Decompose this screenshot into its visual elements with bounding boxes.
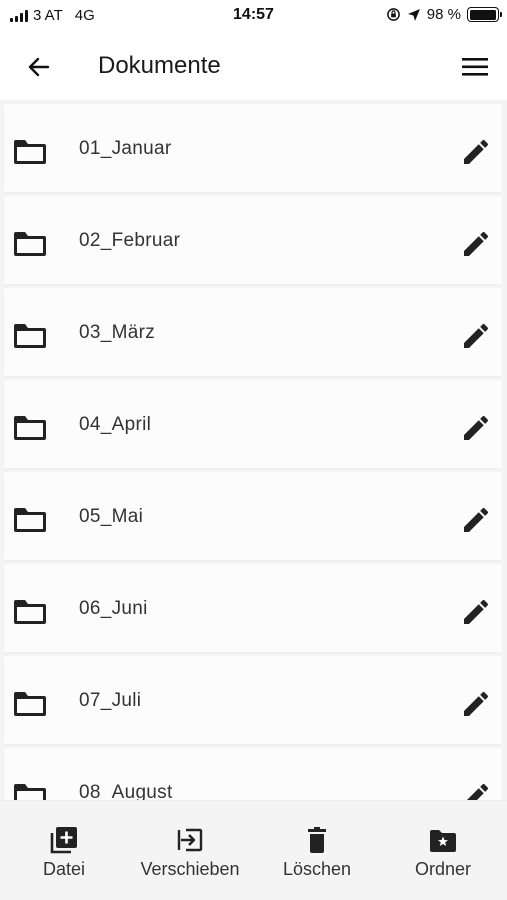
folder-item[interactable]: 07_Juli	[4, 656, 502, 744]
folder-icon	[14, 416, 46, 440]
folder-list[interactable]: 01_Januar 02_Februar 03_März 04_April 05…	[0, 100, 507, 800]
status-right: 98 %	[386, 6, 502, 23]
folder-icon	[14, 140, 46, 164]
app-bar: Dokumente	[0, 30, 507, 100]
edit-pencil-icon[interactable]	[460, 596, 492, 628]
folder-item[interactable]: 03_März	[4, 288, 502, 376]
folder-name: 01_Januar	[79, 138, 172, 159]
arrow-left-icon	[28, 57, 50, 77]
battery-percent: 98 %	[426, 6, 461, 23]
delete-label: Löschen	[282, 859, 352, 879]
folder-item[interactable]: 05_Mai	[4, 472, 502, 560]
folder-name: 06_Juni	[79, 598, 148, 619]
folder-icon	[14, 692, 46, 716]
folder-icon	[14, 324, 46, 348]
bottom-toolbar: Datei Verschieben Löschen Ordner	[0, 800, 507, 900]
folder-item[interactable]: 08_August	[4, 748, 502, 800]
folder-item[interactable]: 01_Januar	[4, 104, 502, 192]
move-to-icon	[177, 828, 203, 852]
battery-fill	[469, 9, 496, 20]
folder-star-icon	[430, 830, 456, 852]
menu-button[interactable]	[458, 52, 492, 82]
delete-button[interactable]: Löschen	[272, 825, 362, 880]
move-button[interactable]: Verschieben	[130, 825, 250, 880]
folder-icon	[14, 784, 46, 800]
edit-pencil-icon[interactable]	[460, 412, 492, 444]
folder-icon	[14, 508, 46, 532]
folder-name: 05_Mai	[79, 506, 144, 527]
edit-pencil-icon[interactable]	[460, 320, 492, 352]
edit-pencil-icon[interactable]	[460, 504, 492, 536]
folder-item[interactable]: 04_April	[4, 380, 502, 468]
status-bar: 3 AT 4G 14:57 98 %	[0, 0, 507, 30]
folder-item[interactable]: 02_Februar	[4, 196, 502, 284]
new-file-button[interactable]: Datei	[24, 825, 104, 880]
folder-item[interactable]: 06_Juni	[4, 564, 502, 652]
edit-pencil-icon[interactable]	[460, 136, 492, 168]
location-arrow-icon	[407, 8, 420, 21]
trash-icon	[308, 827, 326, 853]
new-folder-label: Ordner	[414, 859, 472, 879]
new-file-label: Datei	[42, 859, 86, 879]
folder-icon	[14, 232, 46, 256]
edit-pencil-icon[interactable]	[460, 688, 492, 720]
orientation-lock-icon	[386, 8, 400, 21]
folder-name: 07_Juli	[79, 690, 142, 711]
add-file-icon	[50, 827, 77, 854]
edit-pencil-icon[interactable]	[460, 228, 492, 260]
back-button[interactable]	[22, 52, 56, 82]
folder-name: 08_August	[79, 782, 173, 800]
edit-pencil-icon[interactable]	[460, 780, 492, 800]
battery-icon	[467, 7, 502, 22]
new-folder-button[interactable]: Ordner	[400, 825, 486, 880]
folder-icon	[14, 600, 46, 624]
page-title: Dokumente	[98, 52, 221, 79]
folder-name: 03_März	[79, 322, 156, 343]
folder-name: 04_April	[79, 414, 152, 435]
hamburger-menu-icon	[462, 58, 488, 76]
move-label: Verschieben	[140, 859, 240, 879]
folder-name: 02_Februar	[79, 230, 181, 251]
